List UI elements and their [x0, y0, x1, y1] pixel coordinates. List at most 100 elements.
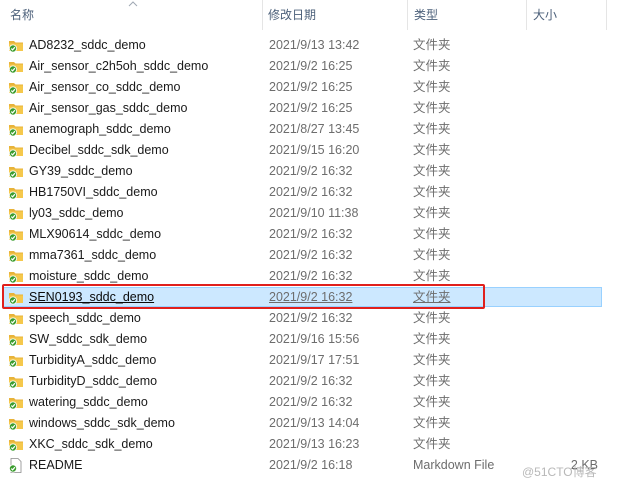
column-header-date[interactable]: 修改日期	[268, 0, 316, 30]
file-row[interactable]: GY39_sddc_demo 2021/9/2 16:32 文件夹	[0, 161, 632, 182]
file-name: Air_sensor_co_sddc_demo	[29, 80, 181, 94]
file-modified-date: 2021/9/2 16:32	[269, 248, 353, 262]
file-row[interactable]: Air_sensor_c2h5oh_sddc_demo 2021/9/2 16:2…	[0, 56, 632, 77]
folder-sync-icon	[8, 332, 24, 347]
file-type: 文件夹	[413, 227, 451, 241]
file-size	[568, 308, 598, 329]
file-name: watering_sddc_demo	[29, 395, 148, 409]
file-modified-date: 2021/9/2 16:25	[269, 101, 353, 115]
file-modified-date: 2021/9/10 11:38	[269, 206, 359, 220]
file-size	[568, 413, 598, 434]
watermark: @51CTO博客	[522, 465, 597, 479]
file-type: 文件夹	[413, 206, 451, 220]
file-size	[568, 434, 598, 455]
file-row[interactable]: Air_sensor_co_sddc_demo 2021/9/2 16:25 文件夹	[0, 77, 632, 98]
file-name: ly03_sddc_demo	[29, 206, 124, 220]
file-type: 文件夹	[413, 374, 451, 388]
file-type: 文件夹	[413, 80, 451, 94]
folder-sync-icon	[8, 59, 24, 74]
file-type: Markdown File	[413, 458, 495, 472]
file-row[interactable]: speech_sddc_demo 2021/9/2 16:32 文件夹	[0, 308, 632, 329]
file-name: Decibel_sddc_sdk_demo	[29, 143, 169, 157]
file-row[interactable]: watering_sddc_demo 2021/9/2 16:32 文件夹	[0, 392, 632, 413]
file-size	[568, 182, 598, 203]
file-size	[568, 98, 598, 119]
file-size	[568, 77, 598, 98]
file-size	[568, 119, 598, 140]
column-divider[interactable]	[606, 0, 607, 30]
column-header-bar: 名称 修改日期 类型 大小	[0, 0, 632, 30]
file-type: 文件夹	[413, 332, 451, 346]
file-name: speech_sddc_demo	[29, 311, 141, 325]
column-divider[interactable]	[407, 0, 408, 30]
column-header-type[interactable]: 类型	[414, 0, 438, 30]
column-header-size[interactable]: 大小	[533, 0, 557, 30]
file-modified-date: 2021/8/27 13:45	[269, 122, 360, 136]
file-type: 文件夹	[413, 101, 451, 115]
file-modified-date: 2021/9/13 16:23	[269, 437, 360, 451]
file-row[interactable]: AD8232_sddc_demo 2021/9/13 13:42 文件夹	[0, 35, 632, 56]
file-name: anemograph_sddc_demo	[29, 122, 171, 136]
file-type: 文件夹	[413, 164, 451, 178]
folder-sync-icon	[8, 269, 24, 284]
file-type: 文件夹	[413, 437, 451, 451]
folder-sync-icon	[8, 206, 24, 221]
file-type: 文件夹	[413, 38, 451, 52]
file-size	[568, 371, 598, 392]
folder-sync-icon	[8, 248, 24, 263]
file-size	[568, 224, 598, 245]
file-name: HB1750VI_sddc_demo	[29, 185, 158, 199]
folder-sync-icon	[8, 101, 24, 116]
column-divider[interactable]	[262, 0, 263, 30]
file-name: TurbidityD_sddc_demo	[29, 374, 158, 388]
file-size	[568, 287, 598, 308]
file-size	[568, 203, 598, 224]
file-modified-date: 2021/9/2 16:32	[269, 395, 353, 409]
file-type: 文件夹	[413, 353, 451, 367]
file-row[interactable]: TurbidityD_sddc_demo 2021/9/2 16:32 文件夹	[0, 371, 632, 392]
file-row[interactable]: ly03_sddc_demo 2021/9/10 11:38 文件夹	[0, 203, 632, 224]
file-name: windows_sddc_sdk_demo	[29, 416, 175, 430]
file-type: 文件夹	[413, 416, 451, 430]
file-row[interactable]: MLX90614_sddc_demo 2021/9/2 16:32 文件夹	[0, 224, 632, 245]
sort-ascending-icon[interactable]	[128, 0, 138, 8]
column-divider[interactable]	[526, 0, 527, 30]
file-row[interactable]: Decibel_sddc_sdk_demo 2021/9/15 16:20 文件夹	[0, 140, 632, 161]
file-name: XKC_sddc_sdk_demo	[29, 437, 153, 451]
file-type: 文件夹	[413, 311, 451, 325]
file-row[interactable]: Air_sensor_gas_sddc_demo 2021/9/2 16:25 文件…	[0, 98, 632, 119]
file-row[interactable]: mma7361_sddc_demo 2021/9/2 16:32 文件夹	[0, 245, 632, 266]
file-size	[568, 350, 598, 371]
file-size	[568, 266, 598, 287]
file-modified-date: 2021/9/2 16:25	[269, 59, 353, 73]
folder-sync-icon	[8, 416, 24, 431]
file-row[interactable]: anemograph_sddc_demo 2021/8/27 13:45 文件夹	[0, 119, 632, 140]
file-modified-date: 2021/9/2 16:32	[269, 227, 353, 241]
file-size	[568, 140, 598, 161]
folder-sync-icon	[8, 311, 24, 326]
file-name: Air_sensor_gas_sddc_demo	[29, 101, 188, 115]
file-row[interactable]: XKC_sddc_sdk_demo 2021/9/13 16:23 文件夹	[0, 434, 632, 455]
file-modified-date: 2021/9/2 16:18	[269, 458, 353, 472]
file-size	[568, 161, 598, 182]
file-name: README	[29, 458, 83, 472]
folder-sync-icon	[8, 38, 24, 53]
file-name: AD8232_sddc_demo	[29, 38, 146, 52]
folder-sync-icon	[8, 143, 24, 158]
folder-sync-icon	[8, 80, 24, 95]
file-row[interactable]: TurbidityA_sddc_demo 2021/9/17 17:51 文件夹	[0, 350, 632, 371]
file-type: 文件夹	[413, 122, 451, 136]
file-size	[568, 329, 598, 350]
file-modified-date: 2021/9/2 16:32	[269, 164, 353, 178]
highlight-annotation-box	[2, 284, 485, 309]
column-header-name[interactable]: 名称	[10, 0, 34, 30]
file-size	[568, 56, 598, 77]
file-row[interactable]: windows_sddc_sdk_demo 2021/9/13 14:04 文件夹	[0, 413, 632, 434]
folder-sync-icon	[8, 437, 24, 452]
file-row[interactable]: HB1750VI_sddc_demo 2021/9/2 16:32 文件夹	[0, 182, 632, 203]
file-modified-date: 2021/9/13 13:42	[269, 38, 360, 52]
file-name: MLX90614_sddc_demo	[29, 227, 162, 241]
file-name: SW_sddc_sdk_demo	[29, 332, 148, 346]
file-name: mma7361_sddc_demo	[29, 248, 157, 262]
file-row[interactable]: SW_sddc_sdk_demo 2021/9/16 15:56 文件夹	[0, 329, 632, 350]
